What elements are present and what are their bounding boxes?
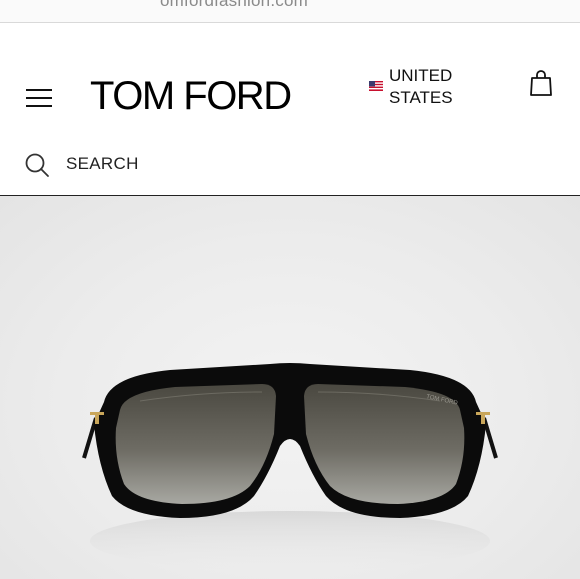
product-image[interactable]: TOM FORD [0,196,580,579]
shopping-bag-button[interactable] [528,69,554,97]
country-line-2: STATES [389,88,453,107]
country-line-1: UNITED [389,66,453,85]
url-text: omfordfashion.com [160,0,308,10]
us-flag-icon [369,81,383,91]
search-bar[interactable]: SEARCH [0,147,580,196]
shopping-bag-icon [530,70,552,96]
browser-url-bar[interactable]: omfordfashion.com [0,0,580,23]
sunglasses-image: TOM FORD [82,363,498,571]
brand-logo[interactable]: TOM FORD [90,73,310,119]
search-label: SEARCH [66,154,139,173]
country-label: UNITED STATES [389,65,485,109]
country-selector[interactable]: UNITED STATES [366,65,486,113]
search-icon [25,153,49,177]
site-header: TOM FORD UNITED STATES SEARCH [0,23,580,196]
menu-button[interactable] [24,87,54,109]
